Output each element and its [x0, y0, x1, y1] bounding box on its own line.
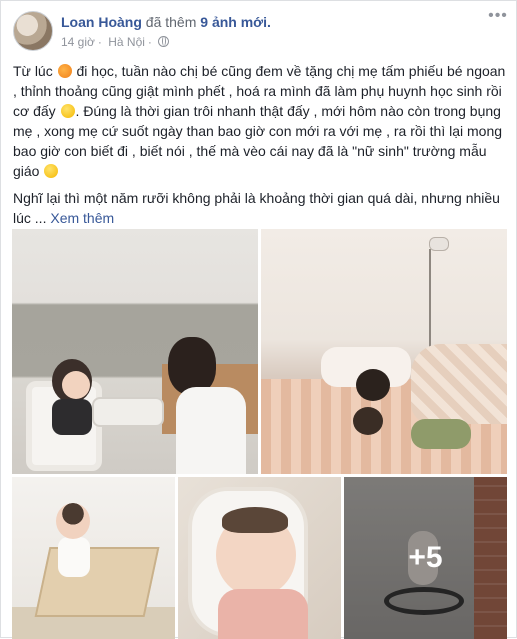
meta-separator: ·: [97, 35, 102, 49]
photo-box: [34, 547, 160, 617]
paragraph-text: Từ lúc: [13, 63, 53, 79]
post-text: Từ lúc đi học, tuần nào chị bé cũng đem …: [13, 61, 508, 235]
post-location[interactable]: Hà Nội: [108, 35, 145, 49]
feed-post: Loan Hoàng đã thêm 9 ảnh mới. 14 giờ · Hà…: [0, 0, 517, 639]
more-options-icon[interactable]: •••: [488, 8, 508, 25]
photo-baby-face: [62, 371, 90, 399]
laughing-emoji-icon: [60, 104, 75, 118]
photo-baby-body: [52, 399, 92, 435]
photo-baby-highchair-mother[interactable]: [12, 229, 258, 474]
post-meta: 14 giờ · Hà Nội ·: [61, 35, 172, 49]
orange-emoji-icon: [57, 64, 72, 78]
avatar[interactable]: [13, 11, 53, 51]
photo-mother-head: [356, 369, 390, 401]
photo-lamp-head: [429, 237, 449, 251]
photo-sleeping-on-bed[interactable]: [261, 229, 507, 474]
photo-baby-head: [353, 407, 383, 435]
photo-tray: [92, 397, 164, 427]
photo-baby-in-box[interactable]: [12, 477, 175, 639]
photo-baby-head: [56, 503, 90, 539]
globe-icon[interactable]: [158, 36, 170, 47]
photo-baby-body: [58, 537, 90, 577]
action-prefix: đã thêm: [145, 14, 197, 30]
post-paragraph-2: Nghĩ lại thì một năm rưỡi không phải là …: [13, 188, 508, 228]
rofl-emoji-icon: [44, 164, 59, 178]
post-paragraph-1: Từ lúc đi học, tuần nào chị bé cũng đem …: [13, 61, 508, 181]
photo-grid: +5: [12, 229, 507, 639]
post-header: Loan Hoàng đã thêm 9 ảnh mới. 14 giờ · Hà…: [13, 8, 508, 57]
photo-baby-walker[interactable]: +5: [344, 477, 507, 639]
photo-baby-closeup[interactable]: [178, 477, 341, 639]
photo-lamp-pole: [429, 249, 431, 349]
photo-mother-body: [176, 387, 246, 474]
new-photos-link[interactable]: 9 ảnh mới.: [200, 14, 271, 30]
photo-baby-hair: [222, 507, 288, 533]
post-action: đã thêm 9 ảnh mới.: [146, 14, 271, 30]
photo-plush-toy: [411, 419, 471, 449]
post-time[interactable]: 14 giờ: [61, 35, 95, 49]
paragraph-text: . Đúng là thời gian trôi nhanh thật đấy …: [13, 103, 503, 179]
post-title-line: Loan Hoàng đã thêm 9 ảnh mới.: [61, 14, 271, 30]
photo-baby-bib: [218, 589, 308, 639]
author-name[interactable]: Loan Hoàng: [61, 14, 142, 30]
more-photos-count[interactable]: +5: [344, 477, 507, 639]
meta-separator: ·: [147, 35, 152, 49]
photo-blanket: [411, 344, 507, 424]
see-more-link[interactable]: Xem thêm: [50, 210, 114, 226]
